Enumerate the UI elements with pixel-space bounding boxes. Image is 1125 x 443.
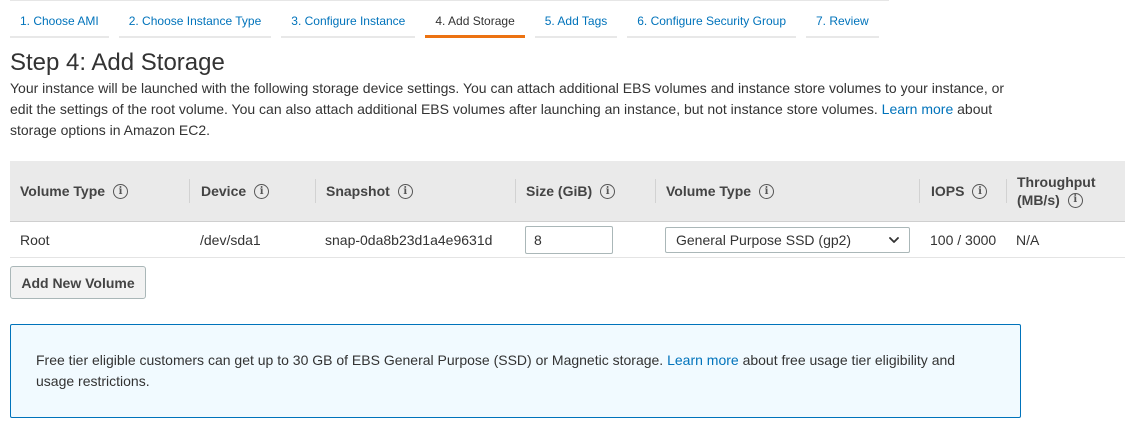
throughput-header-line2: (MB/s) i [1017, 191, 1096, 209]
tab-configure-security-group[interactable]: 6. Configure Security Group [627, 1, 796, 38]
cell-ebs-volume-type: General Purpose SSD (gp2) [665, 222, 910, 257]
chevron-down-icon [887, 233, 901, 247]
description-text: Your instance will be launched with the … [10, 80, 1005, 117]
header-label: Throughput [1017, 174, 1096, 190]
header-size: Size (GiB) i [526, 161, 616, 221]
header-iops: IOPS i [931, 161, 988, 221]
add-new-volume-button[interactable]: Add New Volume [10, 266, 146, 299]
cell-device: /dev/sda1 [200, 231, 261, 248]
cell-iops: 100 / 3000 [930, 231, 997, 248]
volume-type-selected: General Purpose SSD (gp2) [676, 231, 852, 248]
cell-volume-type: Root [20, 231, 50, 248]
header-ebs-volume-type: Volume Type i [666, 161, 775, 221]
header-label: IOPS [931, 183, 965, 199]
column-divider [515, 179, 516, 203]
tab-review[interactable]: 7. Review [806, 1, 879, 38]
info-icon[interactable]: i [972, 183, 988, 199]
info-icon[interactable]: i [600, 183, 616, 199]
header-throughput: Throughput (MB/s) i [1017, 161, 1096, 221]
wizard-tabs: 1. Choose AMI 2. Choose Instance Type 3.… [10, 0, 889, 38]
page-title: Step 4: Add Storage [10, 49, 225, 76]
header-device: Device i [201, 161, 270, 221]
table-header: Volume Type i Device i Snapshot i Size (… [10, 161, 1125, 222]
header-label: Volume Type [666, 183, 752, 199]
info-icon[interactable]: i [397, 183, 413, 199]
cell-size [525, 222, 613, 257]
info-icon[interactable]: i [759, 183, 775, 199]
column-divider [1006, 179, 1007, 203]
header-snapshot: Snapshot i [326, 161, 413, 221]
info-icon[interactable]: i [113, 183, 129, 199]
tab-configure-instance[interactable]: 3. Configure Instance [281, 1, 416, 38]
tab-add-storage[interactable]: 4. Add Storage [425, 1, 525, 38]
info-icon[interactable]: i [1067, 192, 1083, 208]
header-label: Device [201, 183, 247, 199]
cell-snapshot: snap-0da8b23d1a4e9631d [325, 231, 493, 248]
info-icon[interactable]: i [254, 183, 270, 199]
tab-choose-instance-type[interactable]: 2. Choose Instance Type [118, 1, 272, 38]
tab-add-tags[interactable]: 5. Add Tags [534, 1, 618, 38]
header-label: Volume Type [20, 183, 106, 199]
volume-type-select[interactable]: General Purpose SSD (gp2) [665, 226, 910, 253]
cell-throughput: N/A [1016, 231, 1040, 248]
column-divider [189, 179, 190, 203]
column-divider [655, 179, 656, 203]
column-divider [315, 179, 316, 203]
table-row: Root /dev/sda1 snap-0da8b23d1a4e9631d Ge… [10, 222, 1125, 258]
learn-more-link[interactable]: Learn more [882, 101, 954, 117]
header-label: Snapshot [326, 183, 390, 199]
throughput-header-text: Throughput (MB/s) i [1017, 173, 1096, 209]
column-divider [919, 179, 920, 203]
tab-choose-ami[interactable]: 1. Choose AMI [10, 1, 109, 38]
alert-text: Free tier eligible customers can get up … [36, 352, 664, 368]
header-volume-type: Volume Type i [20, 161, 129, 221]
alert-learn-more-link[interactable]: Learn more [667, 352, 739, 368]
size-input[interactable] [525, 225, 613, 254]
header-label: (MB/s) [1017, 192, 1060, 208]
storage-table: Volume Type i Device i Snapshot i Size (… [10, 161, 1125, 258]
free-tier-info-alert: Free tier eligible customers can get up … [10, 324, 1021, 418]
page-description: Your instance will be launched with the … [10, 78, 1020, 141]
header-label: Size (GiB) [526, 183, 593, 199]
